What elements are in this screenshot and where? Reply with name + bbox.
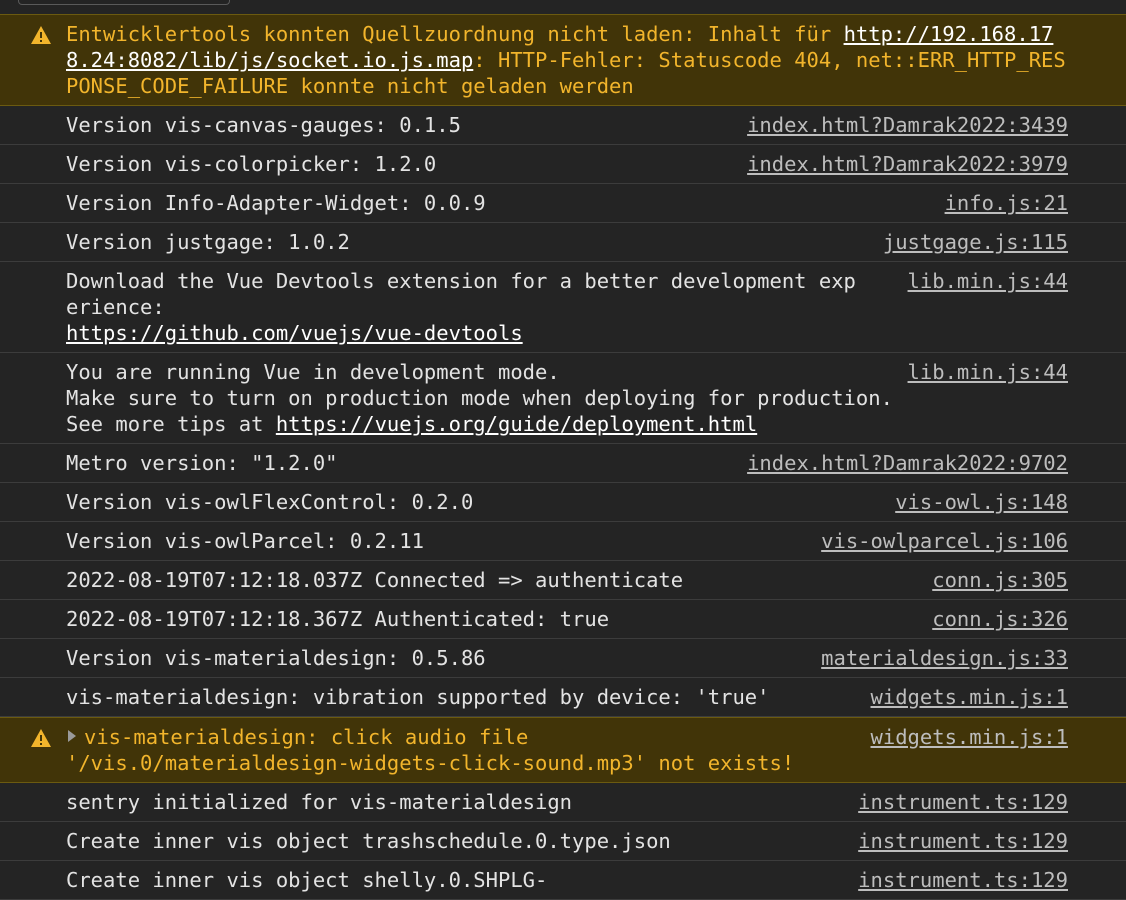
console-log-row: vis-materialdesign: vibration supported … [0, 678, 1126, 717]
source-link[interactable]: lib.min.js:44 [908, 268, 1068, 294]
console-log-row: Version vis-materialdesign: 0.5.86 mater… [0, 639, 1126, 678]
console-message-text: Version vis-canvas-gauges: 0.1.5 [66, 113, 461, 137]
source-link[interactable]: widgets.min.js:1 [871, 684, 1068, 710]
console-message-text: sentry initialized for vis-materialdesig… [66, 790, 573, 814]
source-link[interactable]: conn.js:305 [932, 567, 1068, 593]
console-log-row: 2022-08-19T07:12:18.037Z Connected => au… [0, 561, 1126, 600]
console-log-row: Download the Vue Devtools extension for … [0, 262, 1126, 353]
source-link[interactable]: vis-owl.js:148 [895, 489, 1068, 515]
console-log-row: 2022-08-19T07:12:18.367Z Authenticated: … [0, 600, 1126, 639]
vue-devtools-link[interactable]: https://github.com/vuejs/vue-devtools [66, 321, 523, 345]
expand-triangle-icon[interactable] [68, 730, 76, 742]
warning-icon [31, 26, 51, 44]
message-line: vis-materialdesign: click audio file [84, 725, 529, 749]
source-link[interactable]: index.html?Damrak2022:9702 [747, 450, 1068, 476]
console-message-text: Create inner vis object shelly.0.SHPLG- [66, 868, 548, 892]
console-message-text: 2022-08-19T07:12:18.037Z Connected => au… [66, 568, 684, 592]
console-warning-sourcemap: Entwicklertools konnten Quellzuordnung n… [0, 14, 1126, 106]
console-log-row: You are running Vue in development mode.… [0, 353, 1126, 444]
message-line: Make sure to turn on production mode whe… [66, 386, 893, 410]
source-link[interactable]: instrument.ts:129 [858, 828, 1068, 854]
console-log-row: Version vis-owlFlexControl: 0.2.0 vis-ow… [0, 483, 1126, 522]
console-log-row: Version vis-canvas-gauges: 0.1.5 index.h… [0, 106, 1126, 145]
source-link[interactable]: instrument.ts:129 [858, 789, 1068, 815]
console-log-row: sentry initialized for vis-materialdesig… [0, 783, 1126, 822]
message-line: '/vis.0/materialdesign-widgets-click-sou… [66, 751, 795, 775]
source-link[interactable]: conn.js:326 [932, 606, 1068, 632]
source-link[interactable]: lib.min.js:44 [908, 359, 1068, 385]
console-message-text: Version vis-owlFlexControl: 0.2.0 [66, 490, 474, 514]
source-link[interactable]: index.html?Damrak2022:3439 [747, 112, 1068, 138]
warning-icon [31, 729, 51, 747]
message-text: Entwicklertools konnten Quellzuordnung n… [66, 22, 844, 46]
message-text: Download the Vue Devtools extension for … [66, 269, 856, 319]
filter-input-edge[interactable] [18, 0, 230, 5]
source-link[interactable]: materialdesign.js:33 [821, 645, 1068, 671]
console-log-row: Create inner vis object shelly.0.SHPLG- … [0, 861, 1126, 900]
console-message-text: Create inner vis object trashschedule.0.… [66, 829, 671, 853]
source-link[interactable]: widgets.min.js:1 [871, 724, 1068, 750]
source-link[interactable]: index.html?Damrak2022:3979 [747, 151, 1068, 177]
console-message-text: Metro version: "1.2.0" [66, 451, 338, 475]
console-message-text: Version vis-colorpicker: 1.2.0 [66, 152, 437, 176]
console-warning-audio[interactable]: vis-materialdesign: click audio file '/vi… [0, 717, 1126, 783]
console-message-text: Version Info-Adapter-Widget: 0.0.9 [66, 191, 486, 215]
message-line: See more tips at [66, 412, 276, 436]
console-log-row: Create inner vis object trashschedule.0.… [0, 822, 1126, 861]
console-log-row: Version vis-colorpicker: 1.2.0 index.htm… [0, 145, 1126, 184]
console-log-row: Version Info-Adapter-Widget: 0.0.9 info.… [0, 184, 1126, 223]
console-message-text: 2022-08-19T07:12:18.367Z Authenticated: … [66, 607, 610, 631]
console-message-text: Version justgage: 1.0.2 [66, 230, 350, 254]
console-log-row: Version vis-owlParcel: 0.2.11 vis-owlpar… [0, 522, 1126, 561]
console-messages: Entwicklertools konnten Quellzuordnung n… [0, 14, 1126, 900]
source-link[interactable]: info.js:21 [945, 190, 1068, 216]
source-link[interactable]: instrument.ts:129 [858, 867, 1068, 893]
vue-deployment-link[interactable]: https://vuejs.org/guide/deployment.html [276, 412, 757, 436]
source-link[interactable]: vis-owlparcel.js:106 [821, 528, 1068, 554]
console-message-text: Entwicklertools konnten Quellzuordnung n… [66, 21, 1068, 99]
console-message-text: Download the Vue Devtools extension for … [66, 268, 856, 346]
console-message-text: Version vis-materialdesign: 0.5.86 [66, 646, 486, 670]
console-message-text: Version vis-owlParcel: 0.2.11 [66, 529, 424, 553]
source-link[interactable]: justgage.js:115 [883, 229, 1068, 255]
console-log-row: Metro version: "1.2.0" index.html?Damrak… [0, 444, 1126, 483]
console-log-row: Version justgage: 1.0.2 justgage.js:115 [0, 223, 1126, 262]
